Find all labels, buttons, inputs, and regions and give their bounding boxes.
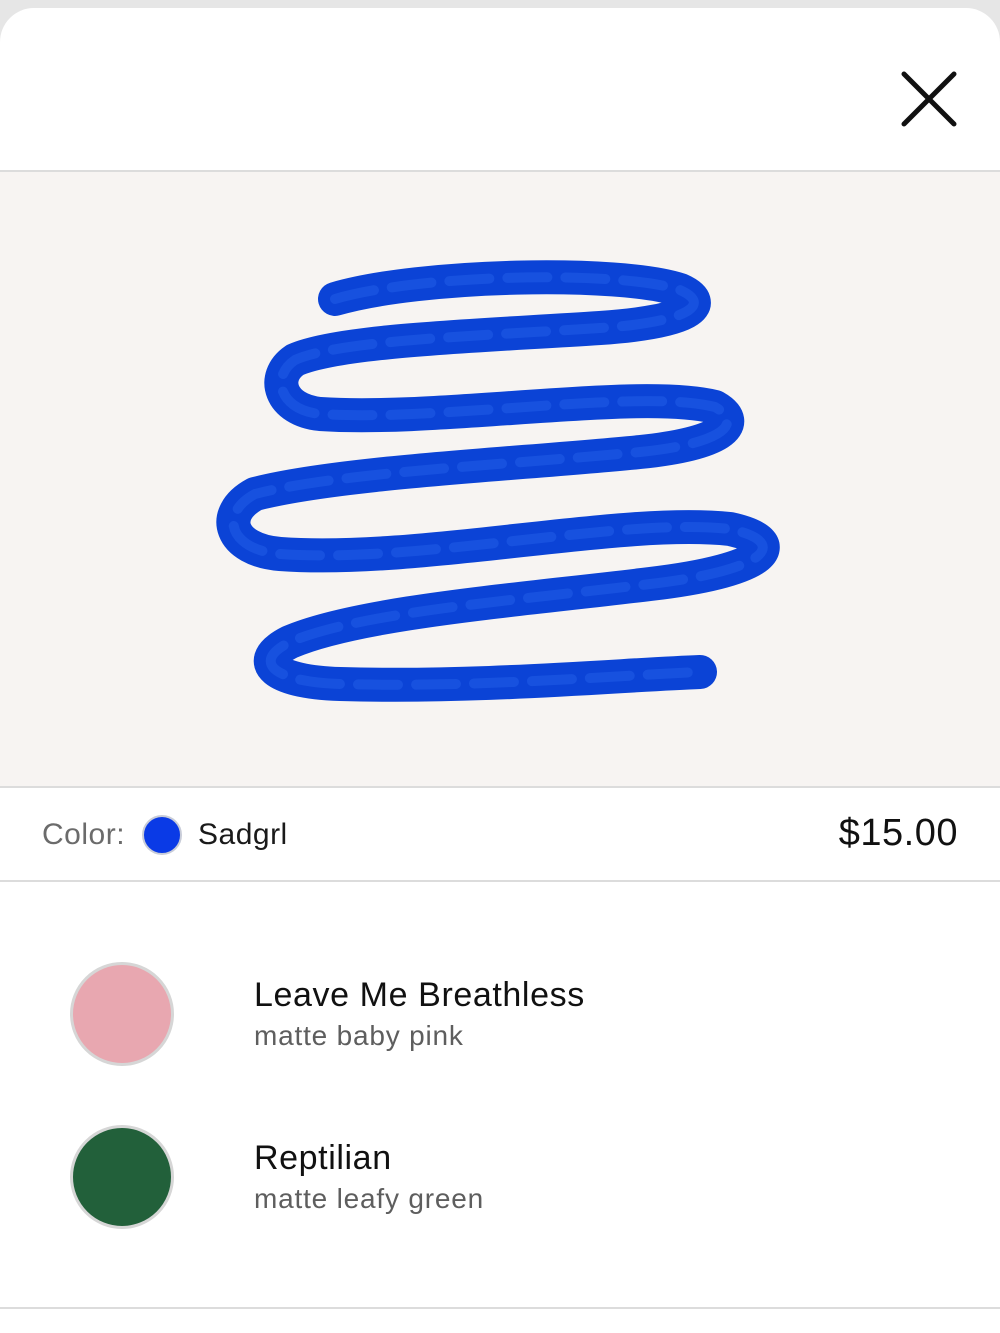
shade-name: Reptilian xyxy=(254,1139,392,1177)
shade-name: Leave Me Breathless xyxy=(254,976,585,1014)
shade-description: matte baby pink xyxy=(254,1020,464,1051)
swatch-scribble xyxy=(216,260,780,702)
close-button[interactable] xyxy=(896,66,962,132)
product-detail-sheet: Color: Sadgrl $15.00 Leave Me Breathless… xyxy=(0,8,1000,1333)
shade-description: matte leafy green xyxy=(254,1183,484,1214)
selected-color-name: Sadgrl xyxy=(198,818,288,851)
product-price: $15.00 xyxy=(838,812,958,854)
shade-swatch xyxy=(70,1125,174,1229)
shade-swatch xyxy=(70,962,174,1066)
close-icon xyxy=(901,71,957,127)
shade-option-reptilian[interactable]: Reptilian matte leafy green xyxy=(0,1125,1000,1245)
product-swatch-image xyxy=(0,172,1000,788)
shade-option-leave-me-breathless[interactable]: Leave Me Breathless matte baby pink xyxy=(0,962,1000,1082)
color-label: Color: xyxy=(42,818,126,851)
selected-color-row: Color: Sadgrl $15.00 xyxy=(0,788,1000,882)
selected-color-dot xyxy=(142,815,182,855)
sheet-header xyxy=(0,8,1000,172)
shade-list: Leave Me Breathless matte baby pink Rept… xyxy=(0,882,1000,1309)
